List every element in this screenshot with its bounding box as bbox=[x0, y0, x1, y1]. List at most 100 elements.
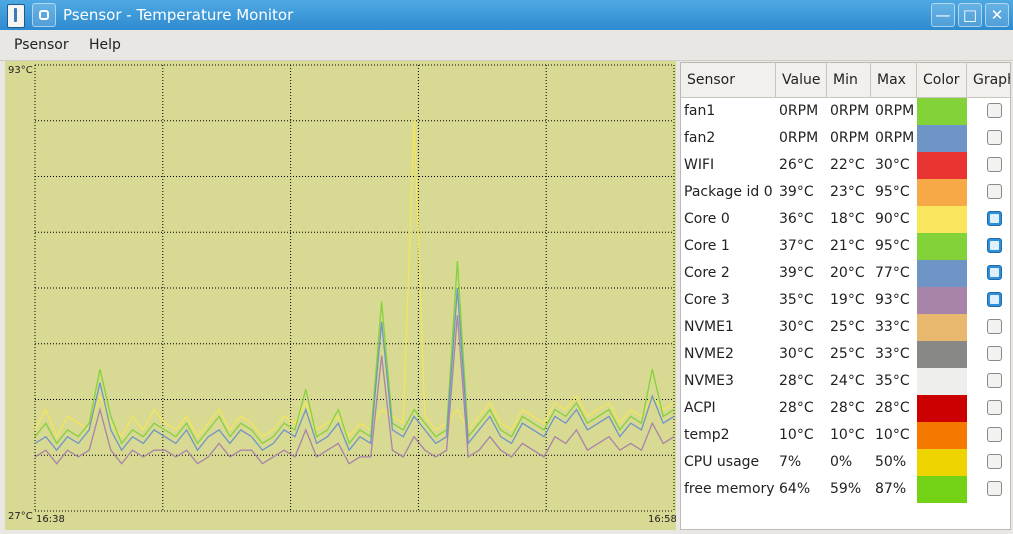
graph-checkbox[interactable] bbox=[987, 292, 1002, 307]
col-header-value[interactable]: Value bbox=[776, 63, 827, 97]
menu-bar: Psensor Help bbox=[0, 30, 1013, 61]
minimize-button[interactable]: — bbox=[931, 3, 955, 27]
color-swatch[interactable] bbox=[917, 233, 967, 260]
cell-value: 0RPM bbox=[779, 103, 819, 119]
psensor-window: Psensor - Temperature Monitor — □ ✕ Psen… bbox=[0, 0, 1013, 534]
table-row[interactable]: NVME3 28°C 24°C 35°C bbox=[681, 368, 1010, 395]
cell-value: 7% bbox=[779, 454, 802, 470]
cell-max: 87% bbox=[875, 481, 907, 497]
color-swatch[interactable] bbox=[917, 152, 967, 179]
color-swatch[interactable] bbox=[917, 341, 967, 368]
window-menu-icon bbox=[39, 10, 49, 20]
cell-max: 0RPM bbox=[875, 130, 915, 146]
col-header-min[interactable]: Min bbox=[827, 63, 871, 97]
cell-min: 59% bbox=[830, 481, 862, 497]
series-line-1 bbox=[34, 119, 675, 439]
close-button[interactable]: ✕ bbox=[985, 3, 1009, 27]
graph-checkbox[interactable] bbox=[987, 373, 1002, 388]
cell-max: 90°C bbox=[875, 211, 910, 227]
graph-checkbox[interactable] bbox=[987, 454, 1002, 469]
color-swatch[interactable] bbox=[917, 476, 967, 503]
cell-sensor: WIFI bbox=[684, 157, 715, 173]
menu-help[interactable]: Help bbox=[89, 37, 121, 53]
cell-min: 0% bbox=[830, 454, 853, 470]
thermometer-icon bbox=[7, 4, 25, 28]
cell-min: 23°C bbox=[830, 184, 865, 200]
table-row[interactable]: Core 1 37°C 21°C 95°C bbox=[681, 233, 1010, 260]
color-swatch[interactable] bbox=[917, 395, 967, 422]
color-swatch[interactable] bbox=[917, 206, 967, 233]
cell-sensor: Core 2 bbox=[684, 265, 730, 281]
cell-min: 20°C bbox=[830, 265, 865, 281]
graph-checkbox[interactable] bbox=[987, 103, 1002, 118]
color-swatch[interactable] bbox=[917, 422, 967, 449]
cell-max: 50% bbox=[875, 454, 907, 470]
color-swatch[interactable] bbox=[917, 98, 967, 125]
cell-max: 28°C bbox=[875, 400, 910, 416]
cell-sensor: Core 3 bbox=[684, 292, 730, 308]
graph-checkbox[interactable] bbox=[987, 157, 1002, 172]
x-end-label: 16:58 bbox=[648, 514, 676, 525]
color-swatch[interactable] bbox=[917, 260, 967, 287]
cell-max: 30°C bbox=[875, 157, 910, 173]
table-row[interactable]: CPU usage 7% 0% 50% bbox=[681, 449, 1010, 476]
cell-min: 0RPM bbox=[830, 103, 870, 119]
col-header-graph[interactable]: Graph bbox=[967, 63, 1010, 97]
table-row[interactable]: free memory 64% 59% 87% bbox=[681, 476, 1010, 503]
series-line-4 bbox=[34, 314, 675, 465]
table-row[interactable]: NVME2 30°C 25°C 33°C bbox=[681, 341, 1010, 368]
graph-checkbox[interactable] bbox=[987, 400, 1002, 415]
cell-min: 28°C bbox=[830, 400, 865, 416]
graph-canvas bbox=[34, 64, 675, 512]
cell-min: 21°C bbox=[830, 238, 865, 254]
color-swatch[interactable] bbox=[917, 179, 967, 206]
graph-checkbox[interactable] bbox=[987, 346, 1002, 361]
table-row[interactable]: fan2 0RPM 0RPM 0RPM bbox=[681, 125, 1010, 152]
cell-max: 0RPM bbox=[875, 103, 915, 119]
cell-value: 28°C bbox=[779, 400, 814, 416]
sensor-table: Sensor Value Min Max Color Graph fan1 0RP… bbox=[680, 62, 1011, 530]
col-header-max[interactable]: Max bbox=[871, 63, 917, 97]
cell-value: 39°C bbox=[779, 265, 814, 281]
col-header-sensor[interactable]: Sensor bbox=[681, 63, 776, 97]
table-row[interactable]: temp2 10°C 10°C 10°C bbox=[681, 422, 1010, 449]
table-row[interactable]: fan1 0RPM 0RPM 0RPM bbox=[681, 98, 1010, 125]
graph-checkbox[interactable] bbox=[987, 211, 1002, 226]
graph-checkbox[interactable] bbox=[987, 130, 1002, 145]
graph-checkbox[interactable] bbox=[987, 265, 1002, 280]
graph-checkbox[interactable] bbox=[987, 481, 1002, 496]
title-bar[interactable]: Psensor - Temperature Monitor — □ ✕ bbox=[0, 0, 1013, 30]
cell-sensor: ACPI bbox=[684, 400, 716, 416]
cell-value: 28°C bbox=[779, 373, 814, 389]
series-line-3 bbox=[34, 287, 675, 452]
temperature-graph[interactable]: 93°C 27°C 16:38 16:58 bbox=[5, 61, 676, 530]
table-row[interactable]: Core 2 39°C 20°C 77°C bbox=[681, 260, 1010, 287]
maximize-button[interactable]: □ bbox=[958, 3, 982, 27]
menu-psensor[interactable]: Psensor bbox=[14, 37, 69, 53]
window-menu-button[interactable] bbox=[32, 3, 56, 27]
graph-checkbox[interactable] bbox=[987, 238, 1002, 253]
cell-sensor: NVME2 bbox=[684, 346, 734, 362]
color-swatch[interactable] bbox=[917, 314, 967, 341]
cell-value: 10°C bbox=[779, 427, 814, 443]
graph-checkbox[interactable] bbox=[987, 319, 1002, 334]
table-row[interactable]: Core 3 35°C 19°C 93°C bbox=[681, 287, 1010, 314]
color-swatch[interactable] bbox=[917, 125, 967, 152]
window-title: Psensor - Temperature Monitor bbox=[63, 6, 294, 24]
cell-min: 24°C bbox=[830, 373, 865, 389]
table-row[interactable]: NVME1 30°C 25°C 33°C bbox=[681, 314, 1010, 341]
table-row[interactable]: Package id 0 39°C 23°C 95°C bbox=[681, 179, 1010, 206]
graph-checkbox[interactable] bbox=[987, 184, 1002, 199]
color-swatch[interactable] bbox=[917, 449, 967, 476]
color-swatch[interactable] bbox=[917, 368, 967, 395]
table-row[interactable]: Core 0 36°C 18°C 90°C bbox=[681, 206, 1010, 233]
graph-checkbox[interactable] bbox=[987, 427, 1002, 442]
cell-max: 95°C bbox=[875, 238, 910, 254]
cell-sensor: NVME3 bbox=[684, 373, 734, 389]
table-row[interactable]: ACPI 28°C 28°C 28°C bbox=[681, 395, 1010, 422]
table-row[interactable]: WIFI 26°C 22°C 30°C bbox=[681, 152, 1010, 179]
cell-max: 33°C bbox=[875, 346, 910, 362]
color-swatch[interactable] bbox=[917, 287, 967, 314]
col-header-color[interactable]: Color bbox=[917, 63, 967, 97]
cell-min: 19°C bbox=[830, 292, 865, 308]
